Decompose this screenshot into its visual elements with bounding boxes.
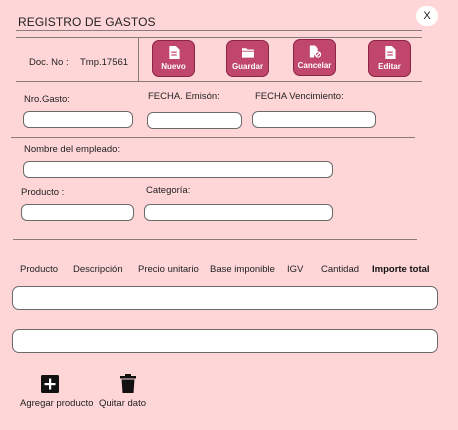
- categoria-input[interactable]: [144, 204, 333, 221]
- categoria-label: Categoría:: [146, 185, 191, 196]
- quitar-dato-button[interactable]: Quitar dato: [99, 398, 146, 409]
- doc-number-label: Doc. No :: [29, 57, 69, 68]
- cancelar-label: Cancelar: [297, 61, 332, 70]
- section-divider-1: [11, 137, 415, 138]
- toolbar-top-border: [16, 37, 422, 38]
- column-header-igv: IGV: [287, 264, 304, 275]
- nro-gasto-input[interactable]: [23, 111, 133, 128]
- header-divider: [16, 30, 422, 31]
- table-row[interactable]: [12, 329, 438, 353]
- toolbar-separator: [138, 37, 139, 81]
- editar-label: Editar: [378, 62, 401, 71]
- cancel-document-icon: [309, 45, 321, 58]
- nro-gasto-label: Nro.Gasto:: [24, 94, 70, 105]
- fecha-vencimiento-label: FECHA Vencimiento:: [255, 91, 344, 102]
- add-box-icon[interactable]: [41, 375, 59, 393]
- column-header-cantidad: Cantidad: [321, 264, 360, 275]
- cancelar-button[interactable]: Cancelar: [293, 39, 336, 76]
- trash-icon[interactable]: [120, 374, 136, 393]
- column-header-descripcion: Descripción: [73, 264, 123, 275]
- producto-input[interactable]: [21, 204, 134, 221]
- nuevo-label: Nuevo: [161, 62, 186, 71]
- fecha-emision-label: FECHA. Emisón:: [148, 91, 220, 102]
- window-title: REGISTRO DE GASTOS: [18, 15, 156, 29]
- edit-document-icon: [384, 46, 396, 59]
- toolbar-bottom-border: [16, 81, 422, 82]
- table-row[interactable]: [12, 286, 438, 310]
- column-header-producto: Producto: [20, 264, 59, 275]
- guardar-label: Guardar: [231, 62, 264, 71]
- fecha-emision-input[interactable]: [147, 112, 242, 129]
- new-document-icon: [168, 46, 180, 59]
- close-button[interactable]: X: [416, 6, 438, 26]
- guardar-button[interactable]: Guardar: [226, 40, 269, 77]
- column-header-base-imponible: Base imponible: [210, 264, 275, 275]
- fecha-vencimiento-input[interactable]: [252, 111, 376, 128]
- editar-button[interactable]: Editar: [368, 40, 411, 77]
- folder-icon: [241, 48, 254, 58]
- doc-number-value: Tmp.17561: [80, 57, 129, 68]
- section-divider-2: [13, 239, 417, 240]
- empleado-label: Nombre del empleado:: [24, 144, 121, 155]
- nuevo-button[interactable]: Nuevo: [152, 40, 195, 77]
- producto-label: Producto :: [21, 187, 65, 198]
- column-header-importe-total: Importe total: [372, 264, 430, 275]
- empleado-input[interactable]: [23, 161, 333, 178]
- column-header-precio-unitario: Precio unitario: [138, 264, 199, 275]
- agregar-producto-button[interactable]: Agregar producto: [20, 398, 93, 409]
